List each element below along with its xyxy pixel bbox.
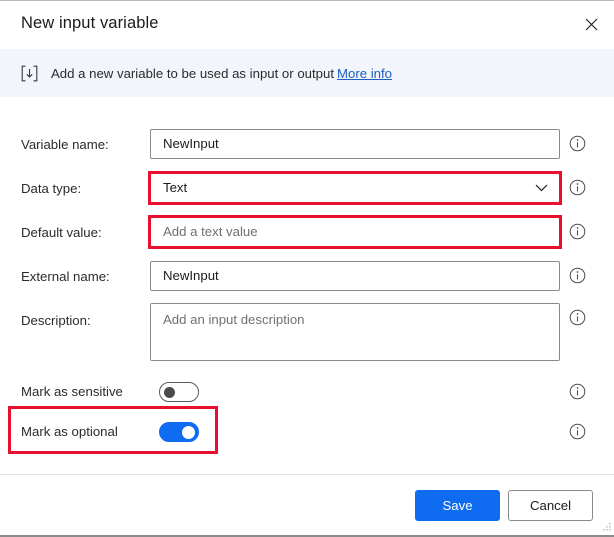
default-value-input[interactable]: Add a text value [150, 217, 560, 247]
info-banner: Add a new variable to be used as input o… [0, 49, 614, 97]
dialog-title: New input variable [21, 14, 159, 32]
data-type-combobox[interactable]: Text [150, 173, 560, 203]
toggle-knob [164, 387, 175, 398]
mark-as-optional-label: Mark as optional [21, 424, 118, 439]
external-name-input[interactable]: NewInput [150, 261, 560, 291]
close-button[interactable] [568, 1, 614, 47]
info-circle-icon[interactable] [569, 423, 586, 440]
more-info-link[interactable]: More info [337, 66, 392, 81]
info-circle-icon[interactable] [569, 179, 586, 196]
footer-divider [0, 474, 614, 475]
info-circle-icon[interactable] [569, 267, 586, 284]
info-circle-icon[interactable] [569, 383, 586, 400]
save-button[interactable]: Save [415, 490, 500, 521]
mark-as-optional-toggle[interactable] [159, 422, 199, 442]
info-circle-icon[interactable] [569, 223, 586, 240]
description-textarea[interactable]: Add an input description [150, 303, 560, 361]
new-input-variable-dialog: New input variable Add a new variable to… [0, 0, 614, 537]
banner-text: Add a new variable to be used as input o… [51, 65, 334, 81]
default-value-label: Default value: [21, 225, 102, 240]
chevron-down-icon [535, 184, 548, 192]
info-circle-icon[interactable] [569, 135, 586, 152]
variable-name-input[interactable]: NewInput [150, 129, 560, 159]
mark-as-sensitive-label: Mark as sensitive [21, 384, 123, 399]
data-type-label: Data type: [21, 181, 82, 196]
input-variable-icon [21, 65, 38, 81]
close-icon [585, 18, 597, 30]
cancel-button[interactable]: Cancel [508, 490, 593, 521]
info-circle-icon[interactable] [569, 309, 586, 326]
description-label: Description: [21, 313, 91, 328]
resize-grip-icon[interactable] [601, 521, 611, 531]
mark-as-sensitive-toggle[interactable] [159, 382, 199, 402]
external-name-label: External name: [21, 269, 110, 284]
dialog-titlebar: New input variable [0, 1, 614, 49]
toggle-knob [182, 426, 195, 439]
variable-name-label: Variable name: [21, 137, 109, 152]
data-type-value: Text [163, 180, 188, 195]
